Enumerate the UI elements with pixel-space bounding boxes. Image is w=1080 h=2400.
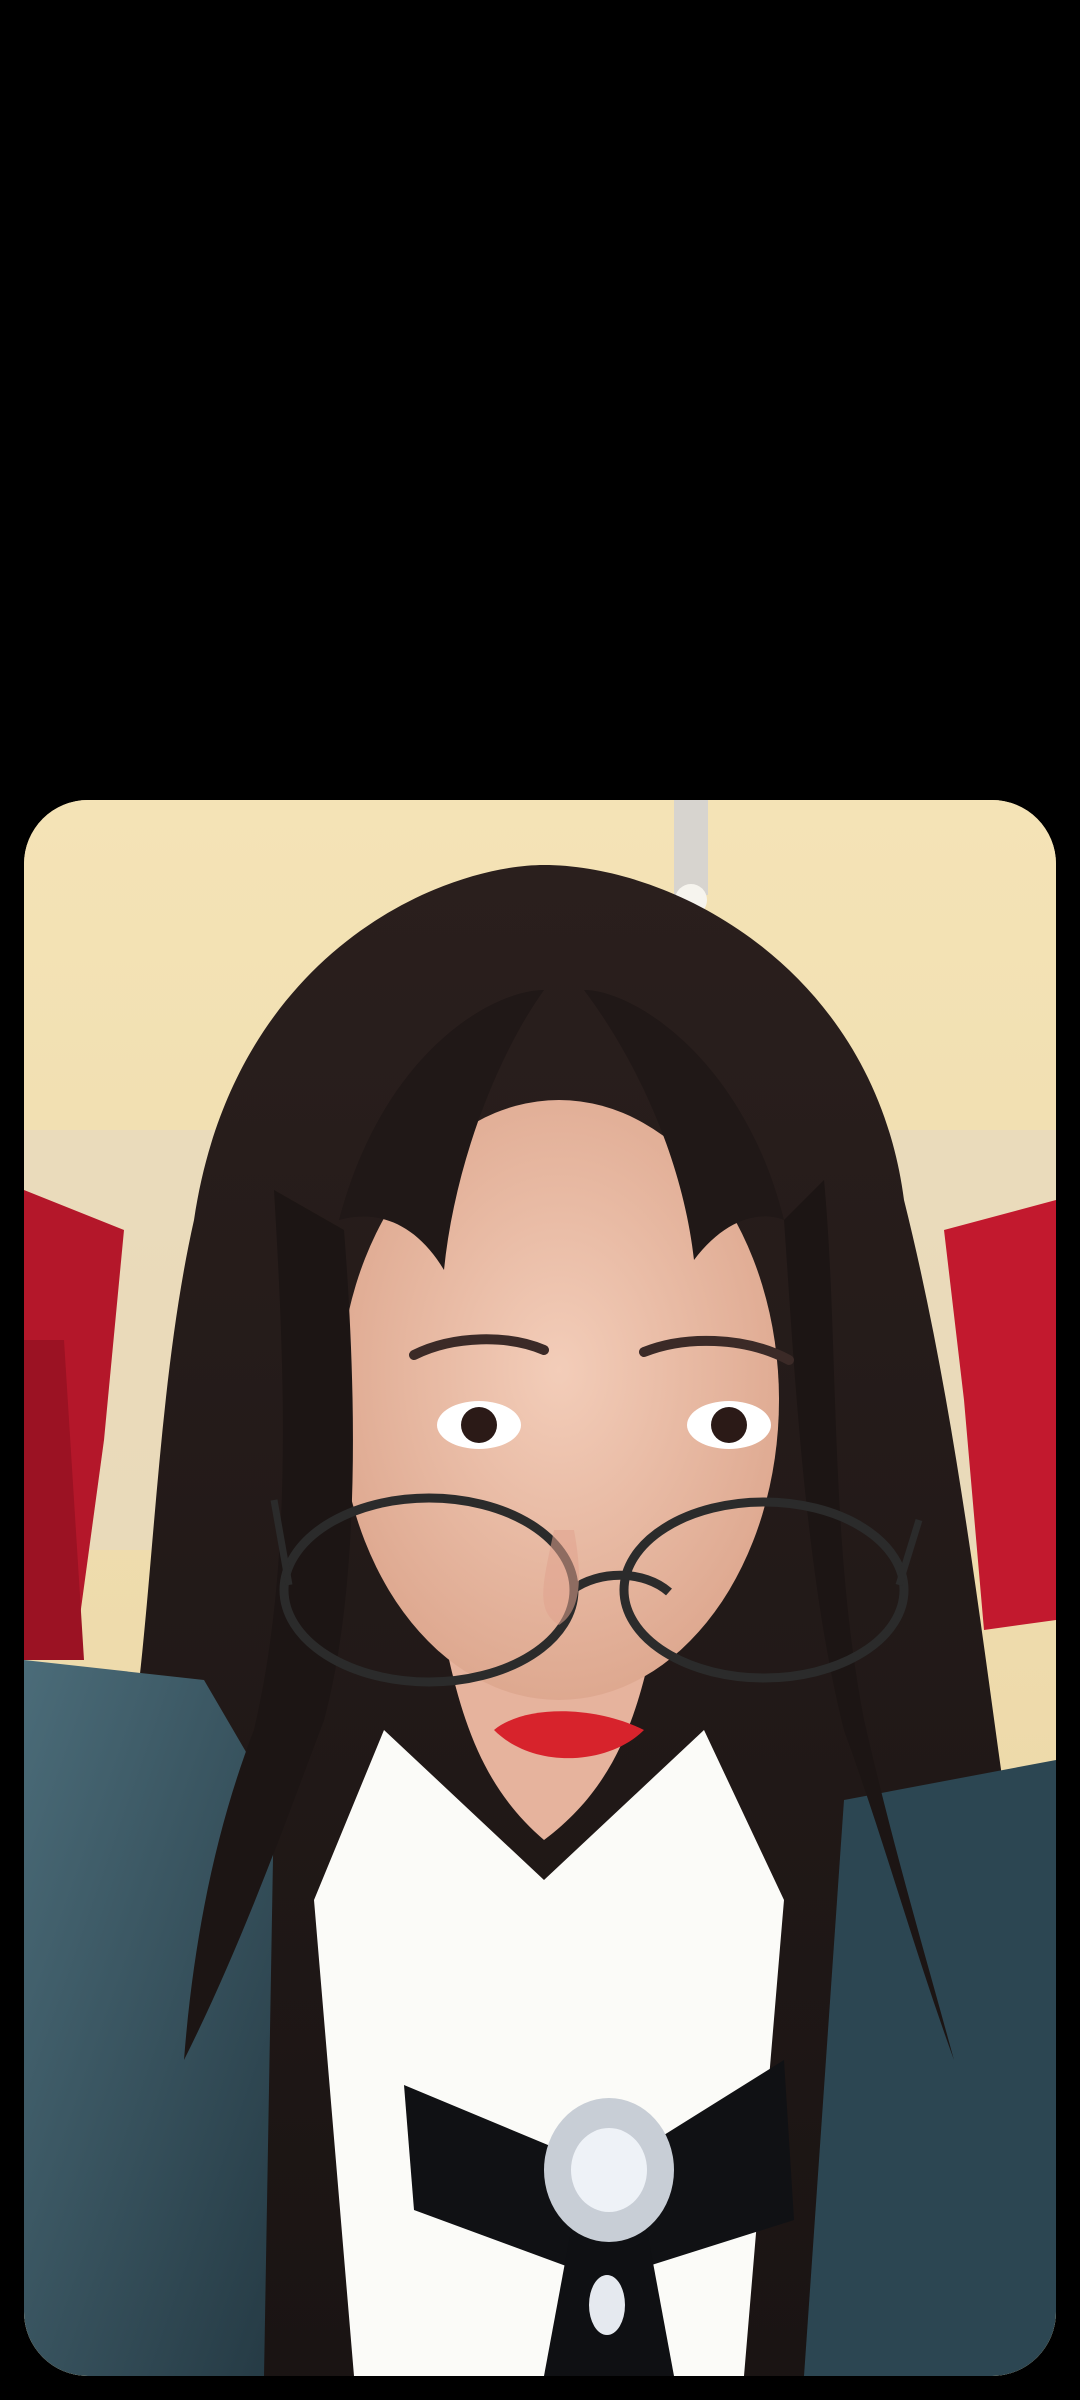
viewer-top-black-area xyxy=(0,0,1080,800)
selfie-portrait-image xyxy=(24,800,1056,2376)
photo-preview[interactable] xyxy=(24,800,1056,2376)
